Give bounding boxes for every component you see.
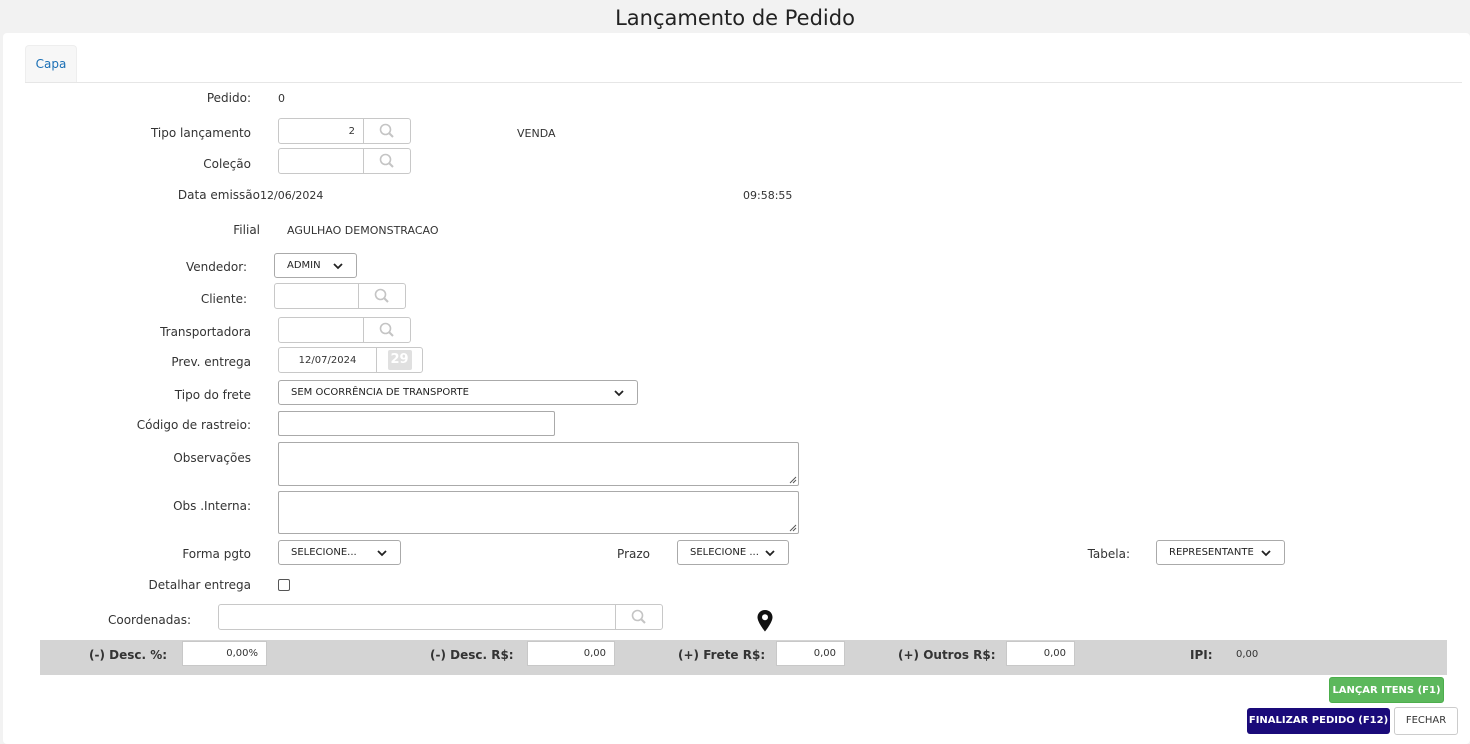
codigo-rastreio-input[interactable] [278,411,555,436]
data-emissao-time: 09:58:55 [743,189,793,202]
tabela-label: Tabela: [1087,547,1130,561]
map-pin-icon[interactable] [756,609,774,633]
tipo-frete-select[interactable]: SEM OCORRÊNCIA DE TRANSPORTE [278,380,638,405]
pedido-value: 0 [278,92,285,105]
forma-pgto-selected: SELECIONE... [291,547,357,558]
resize-grip-icon[interactable] [789,476,797,484]
data-emissao-date: 12/06/2024 [260,189,324,202]
data-emissao-label: Data emissão [177,188,260,202]
finalizar-pedido-button[interactable]: FINALIZAR PEDIDO (F12) [1247,708,1390,734]
cliente-input[interactable] [275,284,359,308]
coordenadas-search-button[interactable] [616,605,662,629]
tipo-frete-label: Tipo do frete [174,388,251,402]
search-icon [379,123,394,138]
outros-rs-label: (+) Outros R$: [898,648,996,662]
search-icon [379,153,394,168]
cliente-lookup [274,283,406,309]
colecao-input[interactable] [279,149,364,173]
tab-capa[interactable]: Capa [25,45,77,83]
detalhar-entrega-label: Detalhar entrega [148,578,251,592]
calendar-icon: 29 [387,350,412,370]
chevron-down-icon [614,389,624,396]
prev-entrega-calendar-button[interactable]: 29 [377,348,422,372]
cliente-label: Cliente: [200,292,247,306]
coordenadas-input[interactable] [219,605,616,629]
transportadora-input[interactable] [279,318,364,342]
frete-rs-label: (+) Frete R$: [678,648,766,662]
pedido-label: Pedido: [206,91,251,105]
desc-pct-input[interactable]: 0,00% [182,641,267,666]
search-icon [631,609,646,624]
fechar-button[interactable]: FECHAR [1394,707,1458,735]
tipo-lancamento-search-button[interactable] [364,119,410,143]
tabela-selected: REPRESENTANTE [1169,547,1254,558]
lancar-itens-button[interactable]: LANÇAR ITENS (F1) [1329,677,1444,703]
forma-pgto-label: Forma pgto [182,547,251,561]
desc-pct-label: (-) Desc. %: [89,648,168,662]
totals-bar: (-) Desc. %: 0,00% (-) Desc. R$: 0,00 (+… [40,640,1447,675]
chevron-down-icon [765,549,775,556]
tipo-lancamento-description: VENDA [517,127,556,140]
forma-pgto-select[interactable]: SELECIONE... [278,540,401,565]
colecao-search-button[interactable] [364,149,410,173]
prazo-selected: SELECIONE ... [690,547,759,558]
desc-rs-label: (-) Desc. R$: [430,648,514,662]
vendedor-selected: ADMIN [287,260,321,271]
filial-value: AGULHAO DEMONSTRACAO [287,224,439,237]
chevron-down-icon [377,549,387,556]
prev-entrega-input[interactable]: 12/07/2024 [279,348,377,372]
prev-entrega-field: 12/07/2024 29 [278,347,423,373]
chevron-down-icon [333,262,343,269]
observacoes-textarea[interactable] [278,442,799,486]
tipo-lancamento-label: Tipo lançamento [150,126,251,140]
transportadora-search-button[interactable] [364,318,410,342]
tab-divider [25,82,1462,83]
prev-entrega-label: Prev. entrega [171,355,251,369]
search-icon [379,322,394,337]
vendedor-select[interactable]: ADMIN [274,253,357,278]
prazo-label: Prazo [617,547,650,561]
chevron-down-icon [1261,549,1271,556]
tipo-lancamento-lookup: 2 [278,118,411,144]
ipi-value: 0,00 [1236,649,1259,660]
resize-grip-icon[interactable] [789,524,797,532]
detalhar-entrega-checkbox[interactable] [278,579,290,591]
frete-rs-input[interactable]: 0,00 [776,641,845,666]
obs-interna-label: Obs .Interna: [173,499,251,513]
obs-interna-textarea[interactable] [278,491,799,534]
codigo-rastreio-label: Código de rastreio: [136,418,251,432]
colecao-lookup [278,148,411,174]
transportadora-label: Transportadora [160,325,251,339]
filial-label: Filial [233,223,260,237]
cliente-search-button[interactable] [359,284,405,308]
coordenadas-label: Coordenadas: [107,613,191,627]
transportadora-lookup [278,317,411,343]
search-icon [374,288,389,303]
tipo-lancamento-input[interactable]: 2 [279,119,364,143]
tabela-select[interactable]: REPRESENTANTE [1156,540,1285,565]
colecao-label: Coleção [203,157,251,171]
ipi-label: IPI: [1190,648,1213,662]
prazo-select[interactable]: SELECIONE ... [677,540,789,565]
outros-rs-input[interactable]: 0,00 [1006,641,1075,666]
page-title: Lançamento de Pedido [615,6,855,30]
observacoes-label: Observações [173,451,251,465]
vendedor-label: Vendedor: [186,260,247,274]
coordenadas-lookup [218,604,663,630]
tipo-frete-selected: SEM OCORRÊNCIA DE TRANSPORTE [291,387,469,398]
desc-rs-input[interactable]: 0,00 [527,641,615,666]
